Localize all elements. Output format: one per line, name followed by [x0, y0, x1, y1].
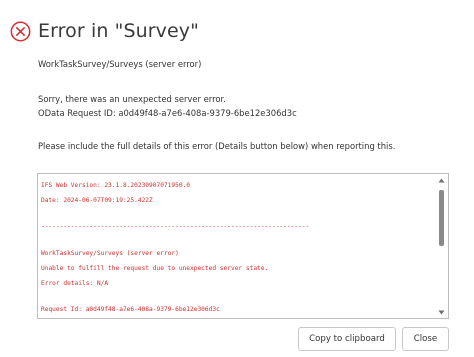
- scroll-up-arrow-icon[interactable]: [438, 177, 445, 183]
- odata-request-id-text: OData Request ID: a0d49f48-a7e6-408a-937…: [38, 108, 297, 118]
- copy-to-clipboard-button[interactable]: Copy to clipboard: [298, 327, 396, 351]
- details-scrollbar[interactable]: [438, 177, 445, 315]
- details-line-source: WorkTaskSurvey/Surveys (server error): [41, 250, 179, 257]
- reporting-instructions-text: Please include the full details of this …: [38, 141, 396, 151]
- details-line-version: IFS Web Version: 23.1.8.20230907071950.0: [41, 182, 191, 189]
- details-line-message: Unable to fulfill the request due to une…: [41, 265, 269, 272]
- details-line-error-details: Error details: N/A: [41, 280, 109, 287]
- error-source-text: WorkTaskSurvey/Surveys (server error): [38, 59, 202, 69]
- error-details-box[interactable]: IFS Web Version: 23.1.8.20230907071950.0…: [37, 173, 449, 319]
- dialog-header: Error in "Survey": [10, 18, 199, 44]
- scroll-down-arrow-icon[interactable]: [438, 309, 445, 315]
- dialog-title: Error in "Survey": [38, 20, 199, 42]
- details-line-date: Date: 2024-06-07T09:19:25.422Z: [41, 197, 153, 204]
- error-circle-x-icon: [10, 21, 31, 42]
- close-button[interactable]: Close: [402, 327, 449, 351]
- details-line-separator: ----------------------------------------…: [41, 223, 310, 230]
- scroll-thumb[interactable]: [439, 190, 444, 246]
- details-line-request-id: Request Id: a0d49f48-a7e6-408a-9379-6be1…: [41, 306, 220, 313]
- error-message-text: Sorry, there was an unexpected server er…: [38, 94, 226, 104]
- error-details-content[interactable]: IFS Web Version: 23.1.8.20230907071950.0…: [41, 177, 433, 315]
- error-dialog: Error in "Survey" WorkTaskSurvey/Surveys…: [0, 0, 474, 357]
